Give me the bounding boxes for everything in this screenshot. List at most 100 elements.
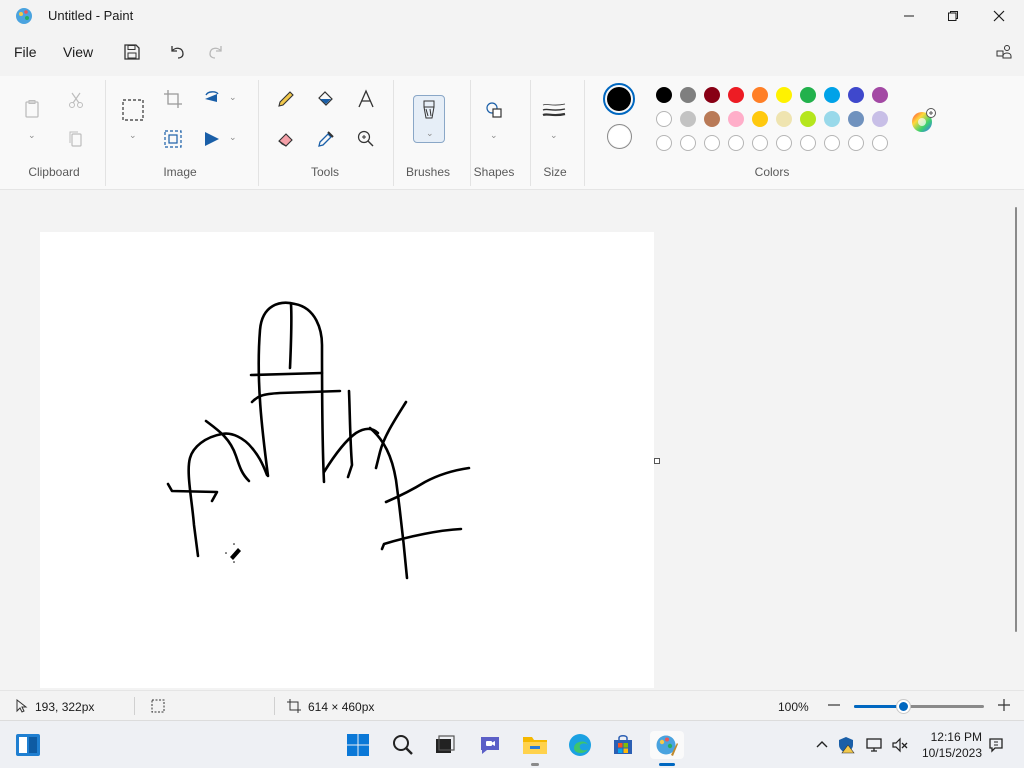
custom-color-slot[interactable] [752, 135, 768, 151]
custom-color-slot[interactable] [776, 135, 792, 151]
widgets-button[interactable] [14, 731, 42, 759]
view-menu[interactable]: View [63, 44, 93, 60]
paste-button[interactable] [19, 96, 45, 122]
palette-swatch[interactable] [872, 87, 888, 103]
palette-swatch[interactable] [824, 111, 840, 127]
volume-tray-button[interactable] [890, 735, 910, 755]
secondary-color-button[interactable] [607, 124, 632, 149]
brushes-button[interactable]: ⌄ [413, 95, 445, 143]
copy-button[interactable] [63, 126, 89, 152]
palette-swatch[interactable] [680, 111, 696, 127]
palette-swatch[interactable] [752, 111, 768, 127]
paint-taskbar-button[interactable] [650, 731, 684, 759]
show-hidden-icons-button[interactable] [812, 735, 832, 755]
cut-button[interactable] [63, 87, 89, 113]
network-tray-button[interactable] [864, 735, 884, 755]
custom-color-slot[interactable] [848, 135, 864, 151]
size-button[interactable] [541, 97, 567, 123]
paste-icon [25, 100, 39, 118]
fill-button[interactable] [313, 86, 339, 112]
palette-swatch[interactable] [872, 111, 888, 127]
palette-swatch[interactable] [752, 87, 768, 103]
zoom-level: 100% [778, 700, 809, 714]
undo-button[interactable] [165, 40, 189, 64]
palette-swatch[interactable] [704, 87, 720, 103]
paste-chevron-icon[interactable]: ⌄ [28, 130, 36, 141]
palette-swatch[interactable] [728, 111, 744, 127]
edit-colors-button[interactable] [910, 108, 936, 134]
security-tray-button[interactable] [836, 735, 856, 755]
file-explorer-button[interactable] [521, 731, 549, 759]
drawing-canvas[interactable] [40, 232, 654, 688]
notifications-button[interactable] [986, 735, 1006, 755]
canvas-resize-handle[interactable] [654, 458, 660, 464]
drawn-stroke [368, 426, 409, 580]
taskbar-clock[interactable]: 12:16 PM 10/15/2023 [920, 729, 982, 761]
ribbon: ⌄ Clipboard ⌄ ⌄ ⌄ Image Tools ⌄ Brushes … [0, 76, 1024, 190]
vertical-scrollbar[interactable] [1015, 207, 1017, 632]
select-chevron-icon[interactable]: ⌄ [129, 130, 137, 141]
rotate-chevron-icon[interactable]: ⌄ [229, 92, 237, 103]
custom-color-slot[interactable] [656, 135, 672, 151]
task-view-button[interactable] [431, 731, 459, 759]
close-button[interactable] [976, 0, 1022, 32]
drawn-stroke [249, 371, 324, 377]
search-button[interactable] [389, 731, 417, 759]
rotate-button[interactable] [199, 86, 225, 112]
custom-color-slot[interactable] [872, 135, 888, 151]
custom-color-slot[interactable] [800, 135, 816, 151]
clock-date: 10/15/2023 [921, 746, 982, 760]
minimize-button[interactable] [886, 0, 932, 32]
network-icon [866, 738, 882, 752]
color-picker-button[interactable] [313, 126, 339, 152]
palette-swatch[interactable] [704, 111, 720, 127]
shapes-button[interactable] [481, 97, 507, 123]
palette-swatch[interactable] [656, 87, 672, 103]
palette-swatch[interactable] [824, 87, 840, 103]
palette-swatch[interactable] [800, 87, 816, 103]
palette-swatch[interactable] [848, 87, 864, 103]
palette-swatch[interactable] [656, 111, 672, 127]
redo-button[interactable] [204, 40, 228, 64]
brush-icon [423, 100, 435, 119]
palette-swatch[interactable] [728, 87, 744, 103]
zoom-slider-thumb[interactable] [897, 700, 911, 713]
edge-button[interactable] [566, 731, 594, 759]
custom-color-slot[interactable] [704, 135, 720, 151]
zoom-in-button[interactable] [996, 697, 1012, 713]
primary-color-button[interactable] [603, 83, 635, 115]
flip-button[interactable] [199, 126, 225, 152]
resize-button[interactable] [160, 126, 186, 152]
crop-button[interactable] [160, 86, 186, 112]
resize-icon [164, 130, 182, 148]
flip-chevron-icon[interactable]: ⌄ [229, 132, 237, 143]
cursor-position-icon [16, 699, 28, 713]
maximize-button[interactable] [930, 0, 976, 32]
start-button[interactable] [344, 731, 372, 759]
zoom-slider[interactable] [854, 700, 984, 713]
account-button[interactable] [992, 40, 1016, 64]
palette-swatch[interactable] [800, 111, 816, 127]
shapes-chevron-icon[interactable]: ⌄ [490, 130, 498, 141]
palette-swatch[interactable] [776, 111, 792, 127]
select-button[interactable] [119, 96, 147, 124]
magnifier-button[interactable] [353, 126, 379, 152]
text-button[interactable] [353, 86, 379, 112]
zoom-out-button[interactable] [826, 697, 842, 713]
custom-color-slot[interactable] [824, 135, 840, 151]
custom-color-slot[interactable] [680, 135, 696, 151]
pencil-button[interactable] [273, 86, 299, 112]
palette-swatch[interactable] [680, 87, 696, 103]
teams-chat-button[interactable] [476, 731, 504, 759]
clipboard-group-label: Clipboard [28, 165, 80, 179]
store-button[interactable] [609, 731, 637, 759]
ribbon-divider [584, 80, 585, 186]
save-button[interactable] [120, 40, 144, 64]
custom-color-slot[interactable] [728, 135, 744, 151]
palette-swatch[interactable] [848, 111, 864, 127]
file-menu[interactable]: File [14, 44, 37, 60]
brushes-chevron-icon[interactable]: ⌄ [426, 128, 434, 139]
eraser-button[interactable] [273, 126, 299, 152]
size-chevron-icon[interactable]: ⌄ [550, 130, 558, 141]
palette-swatch[interactable] [776, 87, 792, 103]
